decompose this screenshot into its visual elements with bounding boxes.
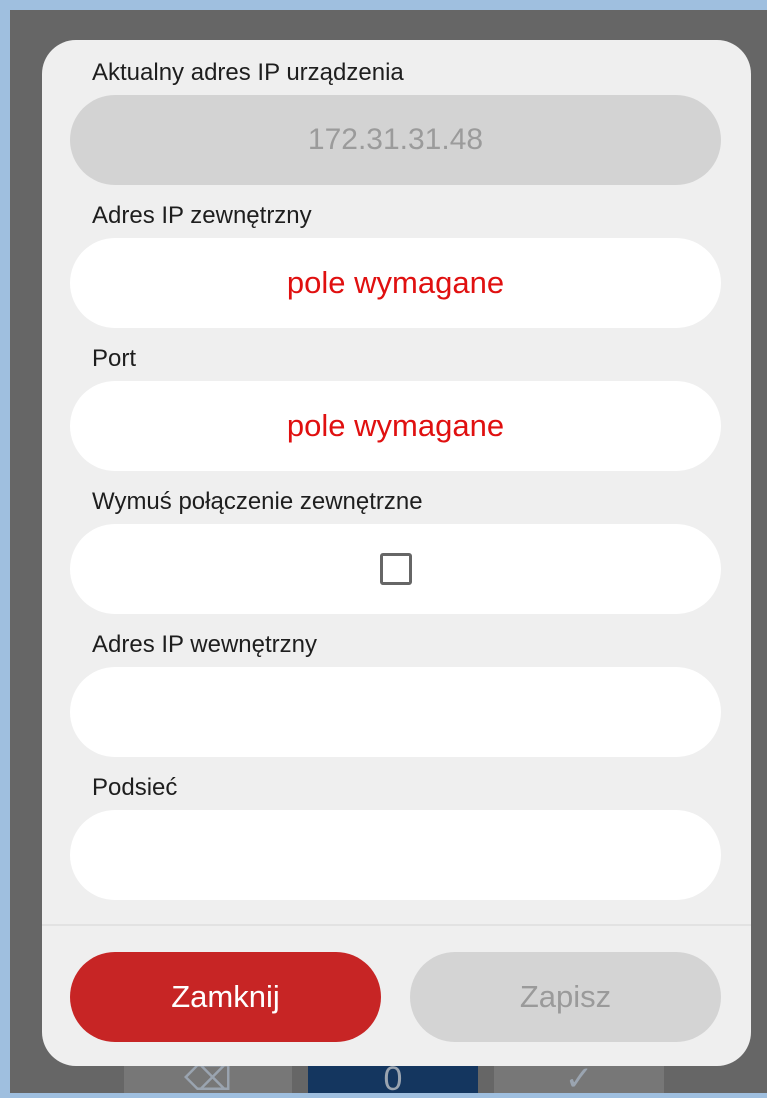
subnet-input[interactable] — [70, 810, 721, 900]
force-external-label: Wymuś połączenie zewnętrzne — [92, 488, 423, 515]
zero-key-label: 0 — [383, 1060, 403, 1098]
current-ip-value: 172.31.31.48 — [307, 123, 484, 156]
current-ip-field: 172.31.31.48 — [70, 95, 721, 185]
force-external-field — [70, 524, 721, 614]
external-ip-input[interactable]: pole wymagane — [70, 238, 721, 328]
internal-ip-input[interactable] — [70, 667, 721, 757]
force-external-checkbox[interactable] — [379, 553, 412, 585]
external-ip-placeholder: pole wymagane — [286, 265, 505, 300]
current-ip-label: Aktualny adres IP urządzenia — [92, 59, 404, 86]
external-ip-label: Adres IP zewnętrzny — [92, 202, 312, 229]
subnet-label: Podsieć — [92, 774, 178, 801]
save-button[interactable]: Zapisz — [410, 952, 721, 1042]
internal-ip-label: Adres IP wewnętrzny — [92, 631, 317, 658]
check-icon: ✓ — [564, 1060, 594, 1098]
port-input[interactable]: pole wymagane — [70, 381, 721, 471]
network-settings-dialog: Aktualny adres IP urządzenia 172.31.31.4… — [42, 40, 751, 1066]
backspace-icon: ⌫ — [183, 1060, 233, 1098]
close-button[interactable]: Zamknij — [70, 952, 381, 1042]
footer-divider — [42, 924, 751, 926]
port-label: Port — [92, 345, 137, 372]
port-placeholder: pole wymagane — [286, 408, 505, 443]
